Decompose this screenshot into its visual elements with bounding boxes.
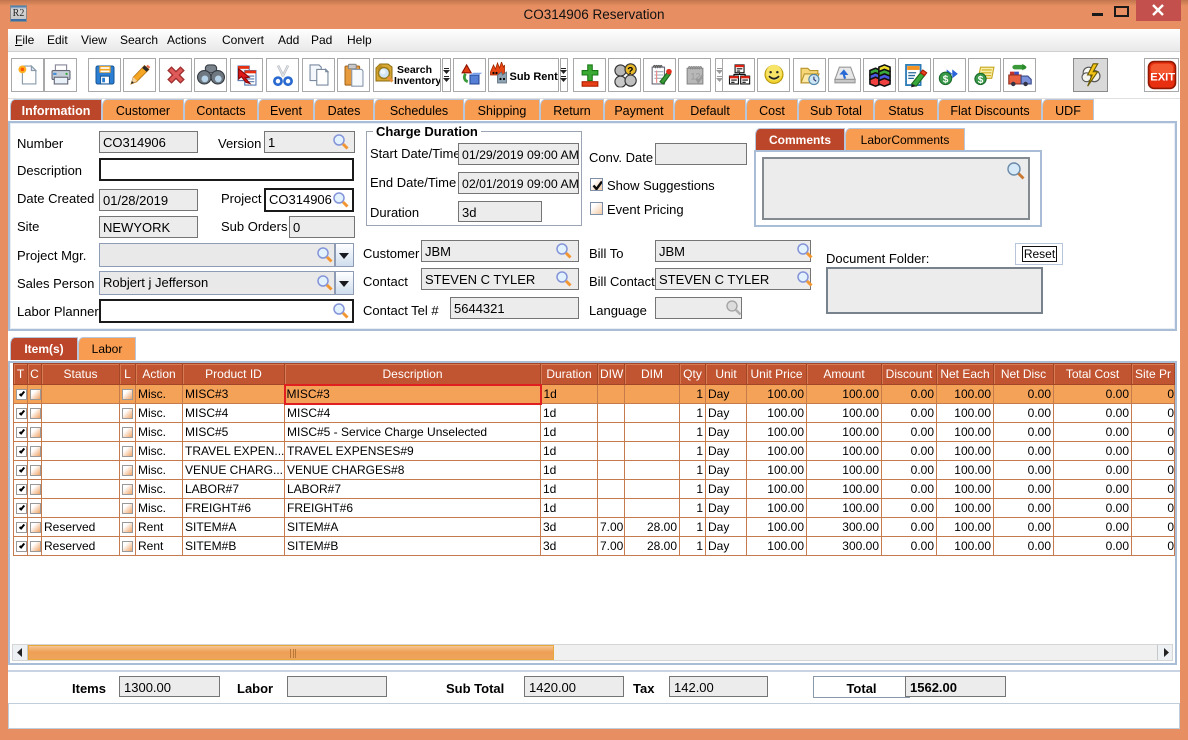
svg-text:$: $: [942, 74, 948, 85]
svg-text:Sub Rent: Sub Rent: [509, 71, 558, 83]
svg-text:EXIT: EXIT: [1150, 72, 1175, 84]
svg-text:Inventory: Inventory: [394, 75, 440, 87]
svg-text:?: ?: [627, 66, 633, 77]
svg-text:$: $: [977, 75, 983, 86]
